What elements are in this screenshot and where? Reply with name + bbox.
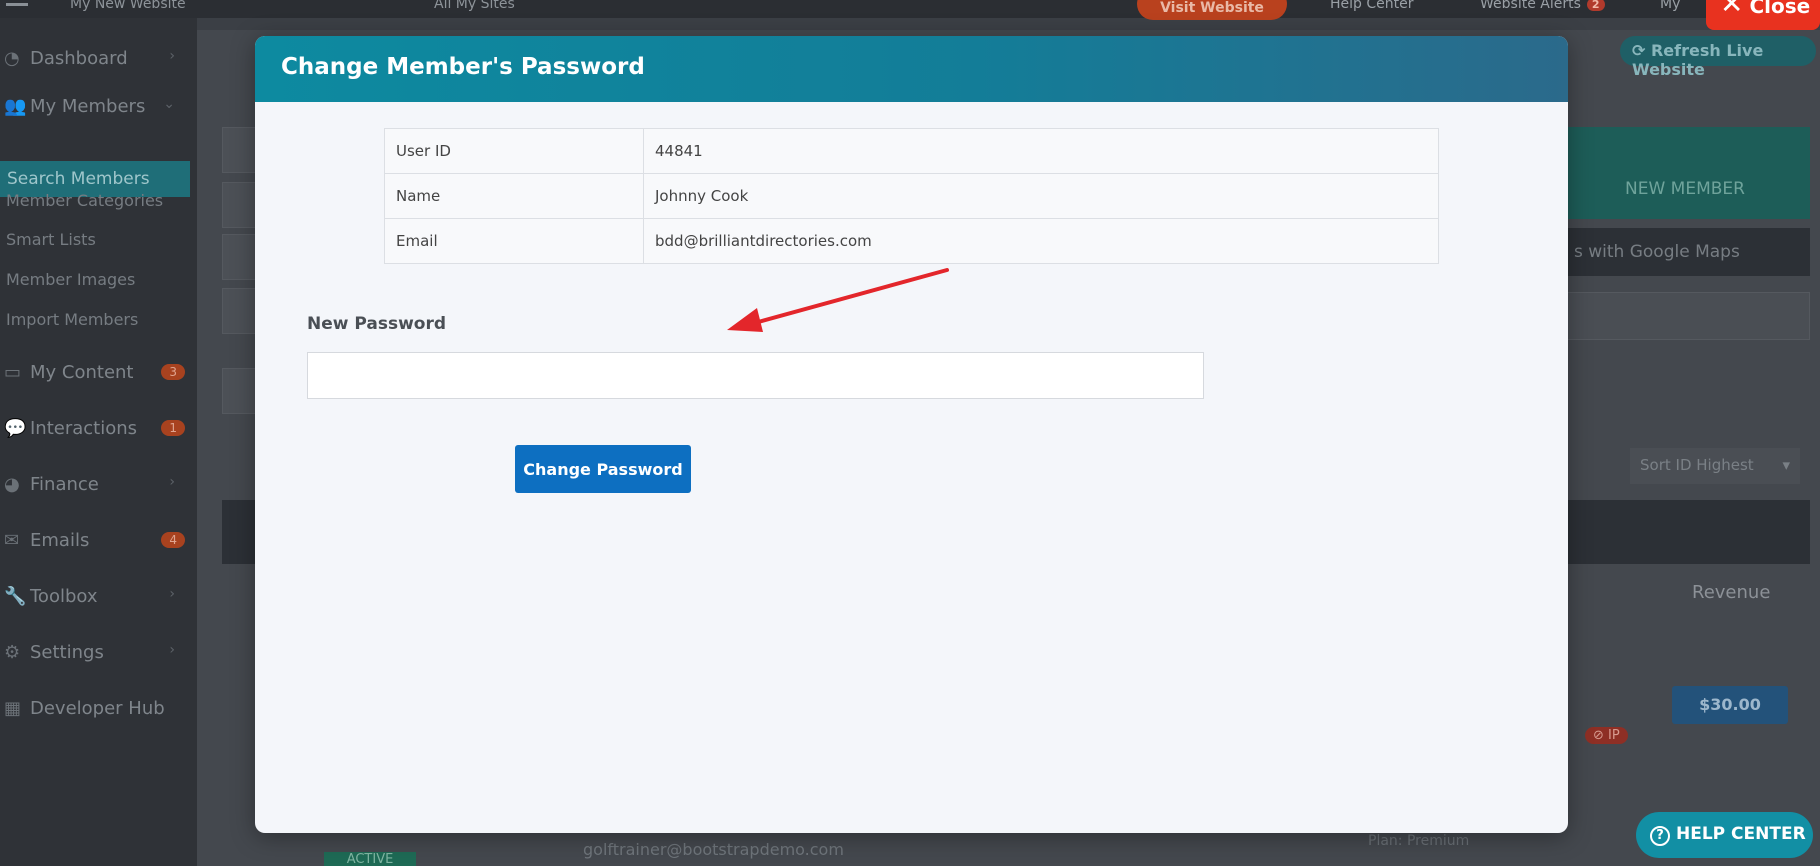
close-label: Close xyxy=(1749,0,1811,18)
sidebar-item-emails[interactable]: ✉ Emails 4 xyxy=(0,530,197,551)
emails-count-badge: 4 xyxy=(161,532,185,548)
sort-select[interactable]: Sort ID Highest ▾ xyxy=(1630,448,1800,484)
sidebar-item-label: My Content xyxy=(30,362,134,383)
grid-icon: ▦ xyxy=(4,698,22,719)
change-password-modal: Change Member's Password User ID 44841 N… xyxy=(255,36,1568,833)
sidebar-item-finance[interactable]: ◕ Finance › xyxy=(0,474,197,495)
member-info-table: User ID 44841 Name Johnny Cook Email bdd… xyxy=(384,128,1439,264)
inbox-icon: ✉ xyxy=(4,530,20,551)
refresh-icon: ⟳ xyxy=(1632,41,1651,60)
add-new-member-button[interactable]: NEW MEMBER xyxy=(1560,127,1810,219)
close-button[interactable]: ✕ Close xyxy=(1706,0,1820,30)
sidebar-item-label: My Members xyxy=(30,96,146,117)
gear-icon: ⚙ xyxy=(4,642,21,663)
website-alerts-link[interactable]: Website Alerts 2 xyxy=(1480,0,1605,12)
sidebar-item-label: Developer Hub xyxy=(30,698,165,719)
add-new-member-label: NEW MEMBER xyxy=(1625,179,1745,199)
site-selector[interactable]: My New Website xyxy=(70,0,410,12)
email-label: Email xyxy=(384,218,644,264)
chevron-right-icon: › xyxy=(169,586,175,602)
table-row: Email bdd@brilliantdirectories.com xyxy=(384,218,1439,264)
all-sites-link[interactable]: All My Sites xyxy=(434,0,515,12)
sidebar-item-dashboard[interactable]: ◔ Dashboard › xyxy=(0,48,197,69)
new-password-label: New Password xyxy=(307,314,447,334)
member-email: golftrainer@bootstrapdemo.com xyxy=(583,840,844,859)
name-value: Johnny Cook xyxy=(643,173,1439,219)
member-plan: Plan: Premium xyxy=(1368,833,1469,849)
sidebar-item-label: Finance xyxy=(30,474,99,495)
chevron-right-icon: › xyxy=(169,642,175,658)
sidebar-subitem-member-images[interactable]: Member Images xyxy=(6,270,135,289)
revenue-amount-button[interactable]: $30.00 xyxy=(1672,686,1788,724)
account-menu[interactable]: My xyxy=(1660,0,1680,12)
question-icon: ? xyxy=(1650,826,1670,846)
sidebar-subitem-import-members[interactable]: Import Members xyxy=(6,310,138,329)
speedometer-icon: ◔ xyxy=(4,48,20,69)
wrench-icon: 🔧 xyxy=(4,586,27,607)
sidebar-item-label: Settings xyxy=(30,642,104,663)
top-bar: My New Website All My Sites Visit Websit… xyxy=(0,0,1820,20)
ip-badge: ⊘ IP xyxy=(1585,727,1628,744)
member-plan-label: Plan: xyxy=(1368,833,1403,849)
table-row: User ID 44841 xyxy=(384,128,1439,174)
chat-icon: 💬 xyxy=(4,418,27,439)
sidebar-subitem-member-categories[interactable]: Member Categories xyxy=(6,191,163,210)
sidebar-item-label: Emails xyxy=(30,530,90,551)
sort-label: Sort ID Highest xyxy=(1640,456,1754,474)
sidebar-item-label: Toolbox xyxy=(30,586,98,607)
users-icon: 👥 xyxy=(4,96,27,117)
table-row: Name Johnny Cook xyxy=(384,173,1439,219)
new-password-input[interactable] xyxy=(307,352,1204,399)
revenue-column-header: Revenue xyxy=(1692,582,1771,603)
modal-title: Change Member's Password xyxy=(255,36,1568,102)
interactions-count-badge: 1 xyxy=(161,420,185,436)
close-icon: ✕ xyxy=(1720,0,1744,20)
sidebar-item-developer-hub[interactable]: ▦ Developer Hub xyxy=(0,698,197,719)
sidebar-subitem-smart-lists[interactable]: Smart Lists xyxy=(6,230,96,249)
website-alerts-label: Website Alerts xyxy=(1480,0,1581,12)
help-center-button[interactable]: ? HELP CENTER xyxy=(1636,812,1813,858)
ip-badge-label: IP xyxy=(1608,728,1620,743)
google-maps-label: s with Google Maps xyxy=(1574,242,1740,262)
menu-icon[interactable] xyxy=(6,0,28,10)
chevron-right-icon: › xyxy=(169,474,175,490)
sidebar: ◔ Dashboard › 👥 My Members ⌄ Search Members … xyxy=(0,18,197,866)
filter-select[interactable] xyxy=(1560,292,1810,340)
sidebar-item-label: Interactions xyxy=(30,418,138,439)
content-count-badge: 3 xyxy=(161,364,185,380)
google-maps-button[interactable]: s with Google Maps xyxy=(1560,228,1810,276)
email-value: bdd@brilliantdirectories.com xyxy=(643,218,1439,264)
annotation-arrow-icon xyxy=(727,268,949,332)
folder-icon: ▭ xyxy=(4,362,22,383)
user-id-label: User ID xyxy=(384,128,644,174)
change-password-button[interactable]: Change Password xyxy=(515,445,691,493)
user-id-value: 44841 xyxy=(643,128,1439,174)
name-label: Name xyxy=(384,173,644,219)
visit-website-button[interactable]: Visit Website xyxy=(1137,0,1287,20)
help-center-label: HELP CENTER xyxy=(1676,824,1806,844)
sidebar-item-label: Dashboard xyxy=(30,48,128,69)
sidebar-item-my-content[interactable]: ▭ My Content 3 xyxy=(0,362,197,383)
sidebar-item-settings[interactable]: ⚙ Settings › xyxy=(0,642,197,663)
sidebar-item-toolbox[interactable]: 🔧 Toolbox › xyxy=(0,586,197,607)
member-status-badge: ACTIVE xyxy=(324,852,416,866)
ban-icon: ⊘ xyxy=(1593,728,1609,743)
chevron-down-icon: ⌄ xyxy=(163,96,175,112)
chevron-right-icon: › xyxy=(169,48,175,64)
sidebar-item-interactions[interactable]: 💬 Interactions 1 xyxy=(0,418,197,439)
alerts-count-badge: 2 xyxy=(1586,0,1605,11)
refresh-live-website-button[interactable]: ⟳ Refresh Live Website xyxy=(1620,36,1816,79)
sidebar-item-my-members[interactable]: 👥 My Members ⌄ xyxy=(0,96,197,117)
pie-chart-icon: ◕ xyxy=(4,474,20,495)
caret-down-icon: ▾ xyxy=(1782,456,1790,474)
member-plan-value: Premium xyxy=(1406,833,1470,849)
help-center-link[interactable]: Help Center xyxy=(1330,0,1414,12)
